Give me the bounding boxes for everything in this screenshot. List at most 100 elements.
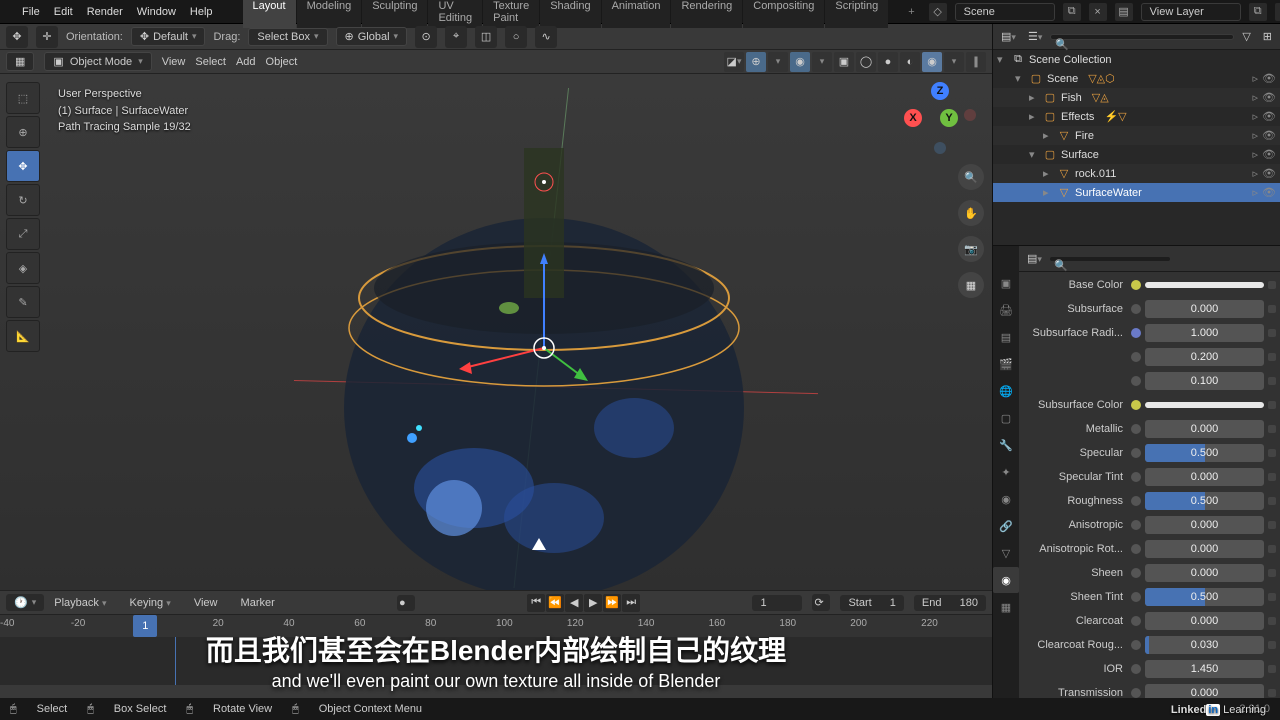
- proportional-icon[interactable]: ○: [505, 26, 527, 48]
- move-tool-icon[interactable]: ✛: [36, 26, 58, 48]
- property-value-input[interactable]: 0.500: [1145, 588, 1264, 606]
- property-anim-icon[interactable]: [1268, 665, 1276, 673]
- gizmo-options-icon[interactable]: ▾: [768, 52, 788, 72]
- orientation-dropdown[interactable]: ✥ Default ▾: [131, 27, 206, 46]
- property-socket-icon[interactable]: [1131, 376, 1141, 386]
- shading-solid-icon[interactable]: ●: [878, 52, 898, 72]
- new-collection-icon[interactable]: ⊞: [1259, 28, 1276, 45]
- scene-browse-icon[interactable]: ◇: [929, 3, 947, 21]
- property-value-input[interactable]: 0.000: [1145, 300, 1264, 318]
- shading-rendered-icon[interactable]: ◉: [922, 52, 942, 72]
- hide-viewport-icon[interactable]: 👁: [1262, 148, 1276, 161]
- select-box-tool[interactable]: ⬚: [6, 82, 40, 114]
- editor-type-dropdown[interactable]: ▦: [6, 52, 34, 71]
- property-socket-icon[interactable]: [1131, 640, 1141, 650]
- play-reverse-icon[interactable]: ◀: [565, 594, 583, 612]
- property-anim-icon[interactable]: [1268, 401, 1276, 409]
- restrict-select-icon[interactable]: ▹: [1253, 148, 1259, 161]
- keyframe-next-icon[interactable]: ⏩: [603, 594, 621, 612]
- camera-view-icon[interactable]: 📷: [958, 236, 984, 262]
- property-anim-icon[interactable]: [1268, 593, 1276, 601]
- perspective-toggle-icon[interactable]: ▦: [958, 272, 984, 298]
- property-anim-icon[interactable]: [1268, 281, 1276, 289]
- layer-add-icon[interactable]: ⧉: [1249, 3, 1267, 21]
- tab-object-icon[interactable]: ▢: [993, 405, 1019, 431]
- property-socket-icon[interactable]: [1131, 352, 1141, 362]
- property-socket-icon[interactable]: [1131, 328, 1141, 338]
- property-socket-icon[interactable]: [1131, 544, 1141, 554]
- gizmo-toggle-icon[interactable]: ⊕: [746, 52, 766, 72]
- zoom-icon[interactable]: 🔍: [958, 164, 984, 190]
- tab-scripting[interactable]: Scripting: [825, 0, 888, 28]
- property-value-input[interactable]: 1.450: [1145, 660, 1264, 678]
- property-socket-icon[interactable]: [1131, 568, 1141, 578]
- property-anim-icon[interactable]: [1268, 545, 1276, 553]
- tab-world-icon[interactable]: 🌐: [993, 378, 1019, 404]
- tab-data-icon[interactable]: ▽: [993, 540, 1019, 566]
- properties-search-input[interactable]: 🔍: [1050, 257, 1170, 261]
- hide-viewport-icon[interactable]: 👁: [1262, 110, 1276, 123]
- tab-modeling[interactable]: Modeling: [297, 0, 362, 28]
- property-anim-icon[interactable]: [1268, 521, 1276, 529]
- property-value-input[interactable]: 0.000: [1145, 684, 1264, 698]
- property-value-input[interactable]: 0.000: [1145, 468, 1264, 486]
- rotate-tool[interactable]: ↻: [6, 184, 40, 216]
- property-anim-icon[interactable]: [1268, 689, 1276, 697]
- snap-target-icon[interactable]: ◫: [475, 26, 497, 48]
- axis-neg-z-icon[interactable]: [934, 142, 946, 154]
- menu-window[interactable]: Window: [137, 6, 176, 18]
- snap-icon[interactable]: ⌖: [445, 26, 467, 48]
- property-value-input[interactable]: 0.100: [1145, 372, 1264, 390]
- tab-rendering[interactable]: Rendering: [671, 0, 742, 28]
- property-socket-icon[interactable]: [1131, 688, 1141, 698]
- property-anim-icon[interactable]: [1268, 641, 1276, 649]
- property-anim-icon[interactable]: [1268, 617, 1276, 625]
- viewport-menu-view[interactable]: View: [162, 56, 186, 68]
- start-frame-input[interactable]: Start 1: [840, 595, 903, 611]
- property-socket-icon[interactable]: [1131, 472, 1141, 482]
- shading-wireframe-icon[interactable]: ◯: [856, 52, 876, 72]
- property-value-input[interactable]: 0.030: [1145, 636, 1264, 654]
- hide-viewport-icon[interactable]: 👁: [1262, 91, 1276, 104]
- outliner-search-input[interactable]: 🔍: [1050, 34, 1234, 40]
- restrict-select-icon[interactable]: ▹: [1253, 110, 1259, 123]
- outliner-row[interactable]: ▸▽Fire▹👁: [993, 126, 1280, 145]
- tab-layout[interactable]: Layout: [243, 0, 296, 28]
- property-value-input[interactable]: 0.000: [1145, 516, 1264, 534]
- menu-render[interactable]: Render: [87, 6, 123, 18]
- property-socket-icon[interactable]: [1131, 448, 1141, 458]
- tab-texture-paint[interactable]: Texture Paint: [483, 0, 539, 28]
- layer-browse-icon[interactable]: ▤: [1115, 3, 1133, 21]
- outliner-row[interactable]: ▸▢Fish▽◬▹👁: [993, 88, 1280, 107]
- play-icon[interactable]: ▶: [584, 594, 602, 612]
- scene-copy-icon[interactable]: ⧉: [1063, 3, 1081, 21]
- property-anim-icon[interactable]: [1268, 329, 1276, 337]
- shading-options-icon[interactable]: ▾: [944, 52, 964, 72]
- current-frame-marker[interactable]: 1: [133, 615, 157, 637]
- display-mode-icon[interactable]: ☰▾: [1024, 28, 1046, 45]
- cursor-tool[interactable]: ⊕: [6, 116, 40, 148]
- restrict-select-icon[interactable]: ▹: [1253, 91, 1259, 104]
- jump-end-icon[interactable]: ⏭: [622, 594, 640, 612]
- pause-render-icon[interactable]: ∥: [966, 52, 986, 72]
- move-tool[interactable]: ✥: [6, 150, 40, 182]
- select-visible-icon[interactable]: ◪▾: [724, 52, 744, 72]
- end-frame-input[interactable]: End 180: [914, 595, 986, 611]
- current-frame-input[interactable]: 1: [752, 595, 802, 611]
- keyframe-prev-icon[interactable]: ⏪: [546, 594, 564, 612]
- property-anim-icon[interactable]: [1268, 569, 1276, 577]
- xray-toggle-icon[interactable]: ▣: [834, 52, 854, 72]
- tab-output-icon[interactable]: 🖨: [993, 297, 1019, 323]
- outliner-row[interactable]: ▾▢Surface▹👁: [993, 145, 1280, 164]
- property-value-input[interactable]: 0.000: [1145, 612, 1264, 630]
- properties-type-icon[interactable]: ▤▾: [1023, 250, 1046, 267]
- scene-selector[interactable]: Scene: [955, 3, 1055, 21]
- hide-viewport-icon[interactable]: 👁: [1262, 186, 1276, 199]
- outliner-type-icon[interactable]: ▤▾: [997, 28, 1020, 45]
- outliner-row[interactable]: ▸▽SurfaceWater▹👁: [993, 183, 1280, 202]
- tab-uv-editing[interactable]: UV Editing: [428, 0, 482, 28]
- timeline-editor-type-icon[interactable]: 🕐▾: [6, 594, 44, 611]
- transform-orientation-dropdown[interactable]: ⊕ Global ▾: [336, 27, 408, 46]
- property-socket-icon[interactable]: [1131, 304, 1141, 314]
- timeline-track[interactable]: [0, 637, 992, 685]
